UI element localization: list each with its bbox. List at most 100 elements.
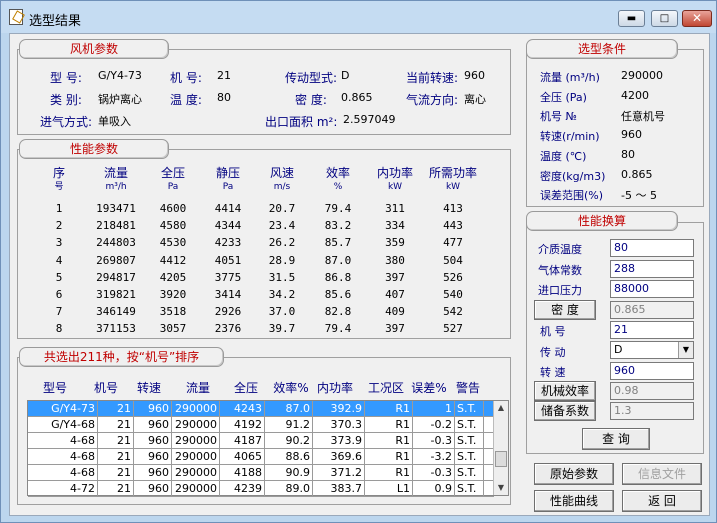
query-button[interactable]: 查 询 [582, 428, 650, 450]
perf-cell: 82.8 [324, 305, 352, 319]
density-button[interactable]: 密 度 [534, 300, 596, 320]
perf-cell: 269807 [96, 253, 136, 267]
fan-param-value: 80 [217, 91, 231, 104]
fan-param-value: D [341, 69, 350, 82]
perf-cell: 39.7 [268, 322, 296, 336]
results-column-header: 警告 [455, 381, 480, 395]
results-cell: 383.7 [313, 481, 365, 497]
minimize-button[interactable]: ▬ [618, 10, 645, 27]
results-cell: 4-68 [28, 449, 98, 465]
perf-cell: 6 [55, 288, 63, 301]
results-cell: 4192 [220, 417, 265, 433]
perf-column-header: 效率% [308, 166, 368, 194]
perf-header-unit: Pa [167, 182, 179, 192]
perf-cell: 4414 [214, 202, 242, 215]
chevron-down-icon[interactable]: ▼ [678, 342, 693, 358]
results-row[interactable]: G/Y4-68 21 960 290000 4192 91.2 370.3 R1 -0.2 S.T… [28, 417, 494, 433]
fan-param-label: 密 度: [295, 93, 327, 107]
perf-cell: 542 [443, 305, 463, 319]
info-file-button[interactable]: 信息文件 [622, 463, 702, 485]
results-column-header: 流量 [185, 381, 210, 395]
mech-eff-button[interactable]: 机械效率 [534, 381, 596, 401]
perf-params-title: 性能参数 [19, 139, 169, 159]
perf-cell: 8 [55, 322, 63, 336]
mech-eff-field[interactable]: 0.98 [610, 382, 694, 400]
perf-cell: 3 [55, 236, 63, 250]
perf-cell: 3775 [214, 270, 242, 284]
fan-param-label: 类 别: [50, 93, 82, 107]
results-row[interactable]: 4-68 21 960 290000 4188 90.9 371.2 R1 -0.3 S.T. [28, 465, 494, 481]
machine-no-label: 机 号 [540, 325, 566, 338]
perf-column-header: 风速 m/s [252, 166, 312, 194]
results-column-header: 机号 [93, 381, 118, 395]
perf-header-name: 静压 [215, 166, 240, 180]
results-cell: -0.3 [413, 433, 455, 449]
speed-field[interactable]: 960 [610, 362, 694, 380]
perf-cell: 244803 [96, 236, 136, 250]
close-button[interactable]: ✕ [682, 10, 712, 27]
density-field[interactable]: 0.865 [610, 301, 694, 319]
perf-cell: 526 [443, 270, 463, 284]
perf-column-header: 内功率 kW [365, 166, 425, 194]
reserve-field[interactable]: 1.3 [610, 402, 694, 420]
results-scrollbar[interactable]: ▲ ▼ [493, 401, 508, 495]
results-cell: 960 [134, 417, 172, 433]
results-row[interactable]: 4-68 21 960 290000 4065 88.6 369.6 R1 -3.2 S.T. [28, 449, 494, 465]
gas-const-label: 气体常数 [538, 264, 582, 277]
perf-cell: 413 [443, 202, 463, 215]
results-cell: -0.3 [413, 465, 455, 481]
scroll-up-icon[interactable]: ▲ [494, 401, 508, 415]
results-cell: R1 [365, 465, 413, 481]
inlet-pressure-field[interactable]: 88000 [610, 280, 694, 298]
results-cell: 90.2 [265, 433, 313, 449]
reserve-button[interactable]: 储备系数 [534, 401, 596, 421]
results-cell: S.T. [455, 433, 484, 449]
conversion-title: 性能换算 [526, 211, 678, 231]
perf-cell: 407 [385, 288, 405, 301]
results-row[interactable]: 4-72 21 960 290000 4239 89.0 383.7 L1 0.9 S.T. [28, 481, 494, 497]
maximize-button[interactable]: □ [651, 10, 678, 27]
condition-value: 290000 [621, 69, 663, 82]
raw-params-button[interactable]: 原始参数 [534, 463, 614, 485]
title-bar: 选型结果 ▬ □ ✕ [1, 1, 716, 33]
condition-value: 4200 [621, 88, 649, 102]
fan-params-title: 风机参数 [19, 39, 169, 59]
results-column-header: 型号 [42, 381, 67, 395]
results-cell: R1 [365, 449, 413, 465]
medium-temp-field[interactable]: 80 [610, 239, 694, 257]
drive-select[interactable]: D ▼ [610, 341, 694, 359]
condition-label: 密度(kg/m3) [540, 169, 606, 183]
perf-cell: 3057 [159, 322, 187, 336]
perf-curve-button[interactable]: 性能曲线 [534, 490, 614, 512]
perf-header-name: 全压 [160, 166, 185, 180]
machine-no-field[interactable]: 21 [610, 321, 694, 339]
gas-const-field[interactable]: 288 [610, 260, 694, 278]
perf-cell: 20.7 [268, 202, 296, 215]
perf-column-header: 所需功率 kW [423, 166, 483, 194]
results-row[interactable]: G/Y4-73 21 960 290000 4243 87.0 392.9 R1 1 S.T. [28, 401, 494, 417]
back-button[interactable]: 返 回 [622, 490, 702, 512]
results-cell: 21 [98, 481, 134, 497]
scroll-thumb[interactable] [495, 451, 507, 467]
results-cell: 91.2 [265, 417, 313, 433]
conditions-group: 流量 (m³/h) 290000 全压 (Pa) 4200 机号 № 任意机号 转速(r/m… [526, 49, 704, 207]
results-cell: S.T. [455, 449, 484, 465]
fan-param-label: 机 号: [170, 71, 202, 85]
fan-param-value: 21 [217, 69, 231, 82]
perf-cell: 443 [443, 219, 463, 233]
results-cell: 21 [98, 465, 134, 481]
perf-cell: 346149 [96, 305, 136, 319]
results-cell: 4-68 [28, 465, 98, 481]
results-cell: 960 [134, 433, 172, 449]
results-cell: G/Y4-68 [28, 417, 98, 433]
results-grid[interactable]: G/Y4-73 21 960 290000 4243 87.0 392.9 R1 1 S.T. G/… [27, 400, 509, 497]
perf-cell: 79.4 [324, 202, 352, 215]
fan-param-value: 单吸入 [98, 115, 131, 128]
fan-param-value: 2.597049 [343, 113, 396, 126]
fan-param-label: 进气方式: [40, 115, 93, 129]
fan-param-label: 当前转速: [406, 71, 459, 85]
perf-cell: 26.2 [268, 236, 296, 250]
results-row[interactable]: 4-68 21 960 290000 4187 90.2 373.9 R1 -0.3 S.T. [28, 433, 494, 449]
results-cell: 4187 [220, 433, 265, 449]
scroll-down-icon[interactable]: ▼ [494, 481, 508, 495]
